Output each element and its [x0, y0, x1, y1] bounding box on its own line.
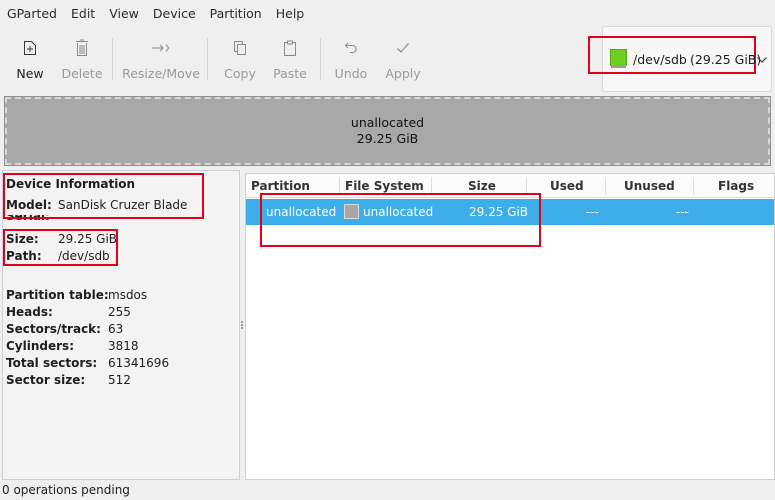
copy-button[interactable]: Copy — [220, 26, 260, 90]
menubar: GParted Edit View Device Partition Help — [0, 0, 775, 26]
device-selector[interactable]: /dev/sdb (29.25 GiB) — [588, 26, 772, 92]
disk-icon — [610, 49, 627, 66]
resize-move-button-label: Resize/Move — [122, 66, 200, 81]
undo-button-label: Undo — [334, 66, 368, 81]
sector-size-label: Sector size: — [6, 373, 86, 387]
undo-icon — [341, 38, 361, 58]
new-button-label: New — [16, 66, 44, 81]
menu-device[interactable]: Device — [146, 6, 203, 21]
disk-icon-base — [611, 65, 626, 68]
paste-icon — [280, 38, 300, 58]
copy-button-label: Copy — [224, 66, 256, 81]
cylinders-value: 3818 — [108, 339, 139, 353]
sector-size-row: Sector size: 512 — [6, 373, 131, 387]
total-sectors-row: Total sectors: 61341696 — [6, 356, 169, 370]
device-size: (29.25 GiB) — [690, 52, 762, 67]
toolbar-separator — [207, 38, 208, 80]
graphic-size: 29.25 GiB — [356, 131, 419, 146]
chevron-down-icon[interactable] — [756, 53, 768, 67]
sectors-track-label: Sectors/track: — [6, 322, 101, 336]
status-bar: 0 operations pending — [2, 483, 130, 497]
apply-icon — [393, 38, 413, 58]
column-header-used[interactable]: Used — [550, 179, 584, 193]
heads-row: Heads: 255 — [6, 305, 131, 319]
menu-view[interactable]: View — [102, 6, 146, 21]
column-header-unused[interactable]: Unused — [624, 179, 675, 193]
device-info-panel: Device Information Model: SanDisk Cruzer… — [2, 170, 240, 480]
resize-move-icon — [151, 38, 171, 58]
highlight-box — [260, 193, 541, 247]
menu-edit[interactable]: Edit — [64, 6, 102, 21]
sector-size-value: 512 — [108, 373, 131, 387]
menu-help[interactable]: Help — [269, 6, 312, 21]
new-partition-icon — [20, 38, 40, 58]
sectors-track-row: Sectors/track: 63 — [6, 322, 123, 336]
resize-move-button[interactable]: Resize/Move — [122, 26, 200, 90]
total-sectors-value: 61341696 — [108, 356, 170, 370]
delete-button-label: Delete — [61, 66, 103, 81]
heads-label: Heads: — [6, 305, 53, 319]
column-header-partition[interactable]: Partition — [251, 179, 310, 193]
paste-button-label: Paste — [273, 66, 307, 81]
column-divider — [605, 177, 606, 195]
total-sectors-label: Total sectors: — [6, 356, 98, 370]
panel-splitter-handle[interactable] — [240, 320, 244, 334]
delete-icon — [72, 38, 92, 58]
partition-table-row: Partition table: msdos — [6, 288, 147, 302]
highlight-box — [3, 229, 118, 266]
column-header-size[interactable]: Size — [468, 179, 496, 193]
partition-table-label: Partition table: — [6, 288, 109, 302]
partition-table: Partition File System Size Used Unused F… — [245, 173, 775, 480]
cell-unused: --- — [676, 205, 689, 219]
heads-value: 255 — [108, 305, 131, 319]
column-header-flags[interactable]: Flags — [718, 179, 754, 193]
copy-icon — [230, 38, 250, 58]
menu-partition[interactable]: Partition — [203, 6, 269, 21]
highlight-box — [3, 173, 204, 219]
column-header-file-system[interactable]: File System — [345, 179, 424, 193]
sectors-track-value: 63 — [108, 322, 124, 336]
menu-gparted[interactable]: GParted — [0, 6, 64, 21]
cylinders-label: Cylinders: — [6, 339, 74, 353]
partition-table-value: msdos — [108, 288, 148, 302]
toolbar-separator — [112, 38, 113, 80]
paste-button[interactable]: Paste — [270, 26, 310, 90]
graphic-label: unallocated — [350, 115, 425, 130]
delete-button[interactable]: Delete — [60, 26, 104, 90]
apply-button[interactable]: Apply — [383, 26, 423, 90]
new-button[interactable]: New — [10, 26, 50, 90]
cylinders-row: Cylinders: 3818 — [6, 339, 139, 353]
undo-button[interactable]: Undo — [331, 26, 371, 90]
column-divider — [693, 177, 694, 195]
toolbar: New Delete Resize/Move Copy Paste Undo A… — [0, 26, 600, 90]
device-path: /dev/sdb — [633, 52, 687, 67]
apply-button-label: Apply — [385, 66, 421, 81]
toolbar-separator — [320, 38, 321, 80]
cell-used: --- — [586, 205, 599, 219]
partition-graphic[interactable]: unallocated 29.25 GiB — [4, 96, 771, 166]
